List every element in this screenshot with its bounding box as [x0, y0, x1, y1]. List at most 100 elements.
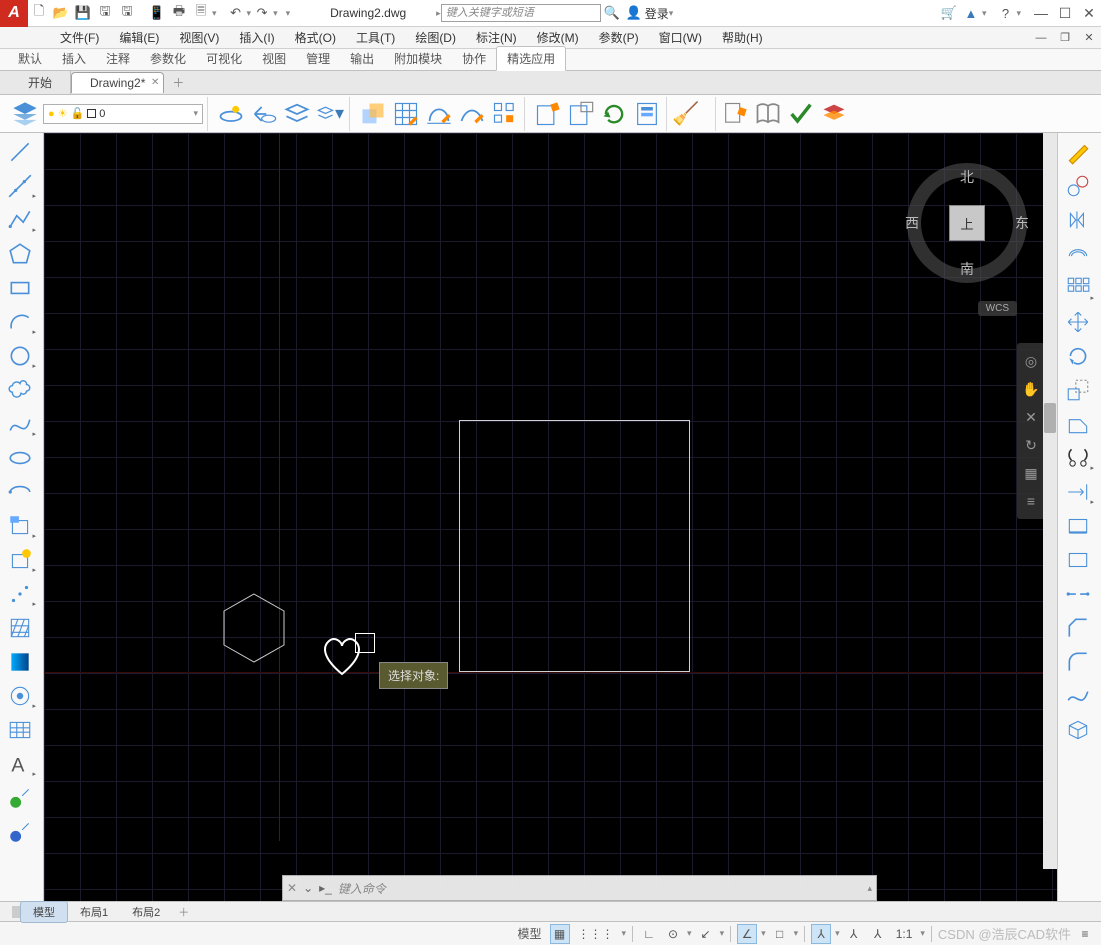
ribbon-tab[interactable]: 视图	[252, 47, 296, 70]
close-icon[interactable]: ✕	[287, 881, 297, 895]
tool-palettes-icon[interactable]	[632, 99, 662, 129]
boundary-icon[interactable]	[424, 99, 454, 129]
mirror-tool[interactable]	[1060, 204, 1096, 236]
3d-tool[interactable]	[1060, 714, 1096, 746]
history-icon[interactable]: ▴	[867, 883, 872, 894]
rectangle-tool[interactable]	[2, 272, 38, 304]
add-layout-button[interactable]: ＋	[172, 902, 195, 922]
polyline-tool[interactable]: ▸	[2, 204, 38, 236]
customize-icon[interactable]: ≡	[1075, 924, 1095, 944]
scale-button[interactable]: 1:1	[892, 924, 917, 944]
ribbon-tab[interactable]: 注释	[96, 47, 140, 70]
open-icon[interactable]: 📂	[51, 3, 71, 23]
ortho-icon[interactable]: ∟	[639, 924, 659, 944]
insert-block-icon[interactable]	[358, 99, 388, 129]
join-tool[interactable]	[1060, 578, 1096, 610]
layers-panel-icon[interactable]	[819, 99, 849, 129]
ribbon-tab[interactable]: 附加模块	[384, 47, 452, 70]
annoscale-icon[interactable]: ⅄	[844, 924, 864, 944]
menu-insert[interactable]: 插入(I)	[229, 27, 284, 48]
binoculars-icon[interactable]: 🔍	[602, 3, 622, 23]
menu-modify[interactable]: 修改(M)	[527, 27, 589, 48]
layout-tab[interactable]: 布局2	[120, 902, 172, 922]
spline-tool[interactable]: ▸	[2, 408, 38, 440]
dropdown-icon[interactable]: ▾	[273, 8, 278, 19]
mobile-icon[interactable]: 📱	[147, 3, 167, 23]
hatch-tool[interactable]	[2, 612, 38, 644]
dropdown-icon[interactable]: ▾	[622, 928, 627, 939]
move-tool[interactable]	[1060, 306, 1096, 338]
menu-draw[interactable]: 绘图(D)	[405, 27, 466, 48]
dropdown-icon[interactable]: ▾	[687, 928, 692, 939]
model-button[interactable]: 模型	[513, 924, 545, 944]
menu-window[interactable]: 窗口(W)	[649, 27, 712, 48]
print-icon[interactable]: 🖶	[169, 3, 189, 23]
broom-icon[interactable]: 🧹	[671, 99, 701, 129]
layer-states-icon[interactable]	[282, 99, 312, 129]
rectangle-shape[interactable]	[459, 420, 690, 672]
stretch-tool[interactable]	[1060, 408, 1096, 440]
dropdown-icon[interactable]: ▾	[920, 928, 925, 939]
chevron-icon[interactable]: ⌄	[303, 881, 313, 895]
doc-restore-button[interactable]: ❐	[1053, 27, 1077, 49]
menu-edit[interactable]: 编辑(E)	[109, 27, 169, 48]
text-tool[interactable]: A▸	[2, 748, 38, 780]
dropdown-icon[interactable]: ▾	[794, 928, 799, 939]
save-icon[interactable]: 💾	[73, 3, 93, 23]
attach-icon[interactable]	[566, 99, 596, 129]
annotation-icon[interactable]: ⅄	[811, 924, 831, 944]
point-tool[interactable]: ▸	[2, 578, 38, 610]
layer-filter-icon[interactable]: ▾	[315, 99, 345, 129]
osnap2d-icon[interactable]: □	[770, 924, 790, 944]
tab-grip-icon[interactable]	[12, 906, 20, 918]
orbit-icon[interactable]: ↻	[1017, 431, 1045, 459]
layer-combo[interactable]: ● ☀ 🔓 0 ▾	[43, 104, 203, 124]
array-edit-icon[interactable]	[490, 99, 520, 129]
fillet-tool[interactable]	[1060, 646, 1096, 678]
close-button[interactable]: ✕	[1077, 2, 1101, 24]
doc-tab-start[interactable]: 开始	[10, 71, 71, 94]
block-tool[interactable]: ▸	[2, 510, 38, 542]
app-store-icon[interactable]: ▲	[961, 3, 981, 23]
arc-tool[interactable]: ▸	[2, 306, 38, 338]
layer-match-icon[interactable]	[216, 99, 246, 129]
offset-tool[interactable]	[1060, 238, 1096, 270]
ribbon-tab[interactable]: 输出	[340, 47, 384, 70]
revcloud-tool[interactable]	[2, 374, 38, 406]
viewcube-top[interactable]: 上	[949, 205, 985, 241]
osnap-icon[interactable]: ∠	[737, 924, 757, 944]
cart-icon[interactable]: 🛒	[939, 3, 959, 23]
wcs-badge[interactable]: WCS	[978, 301, 1017, 316]
dropdown-icon[interactable]: ▾	[212, 8, 217, 19]
ribbon-tab[interactable]: 精选应用	[496, 46, 566, 71]
dropdown-icon[interactable]: ▾	[835, 928, 840, 939]
chamfer-tool[interactable]	[1060, 612, 1096, 644]
circle-tool[interactable]: ▸	[2, 340, 38, 372]
view-cube[interactable]: 北 东 南 西 上	[897, 153, 1037, 293]
donut-fill-tool[interactable]	[2, 816, 38, 848]
doc-minimize-button[interactable]: —	[1029, 27, 1053, 49]
menu-dim[interactable]: 标注(N)	[466, 27, 527, 48]
ribbon-tab[interactable]: 管理	[296, 47, 340, 70]
zoom-extents-icon[interactable]: ✕	[1017, 403, 1045, 431]
snap-icon[interactable]: ⋮⋮⋮	[574, 924, 618, 944]
insert-tool[interactable]: ▸	[2, 544, 38, 576]
user-icon[interactable]: 👤	[624, 3, 644, 23]
ribbon-tab[interactable]: 可视化	[196, 47, 252, 70]
line-tool[interactable]	[2, 136, 38, 168]
ellipse-tool[interactable]	[2, 442, 38, 474]
menu-help[interactable]: 帮助(H)	[712, 27, 773, 48]
break-point-tool[interactable]	[1060, 510, 1096, 542]
compass-north[interactable]: 北	[960, 167, 974, 187]
check-icon[interactable]	[786, 99, 816, 129]
refresh-icon[interactable]	[599, 99, 629, 129]
steering-wheel-icon[interactable]: ◎	[1017, 347, 1045, 375]
ellipse-arc-tool[interactable]	[2, 476, 38, 508]
menu-format[interactable]: 格式(O)	[285, 27, 346, 48]
grid-icon[interactable]: ▦	[550, 924, 570, 944]
book-icon[interactable]	[753, 99, 783, 129]
copy-tool[interactable]	[1060, 170, 1096, 202]
app-logo[interactable]: A	[0, 0, 28, 27]
menu-file[interactable]: 文件(F)	[50, 27, 109, 48]
extend-tool[interactable]: ▸	[1060, 476, 1096, 508]
